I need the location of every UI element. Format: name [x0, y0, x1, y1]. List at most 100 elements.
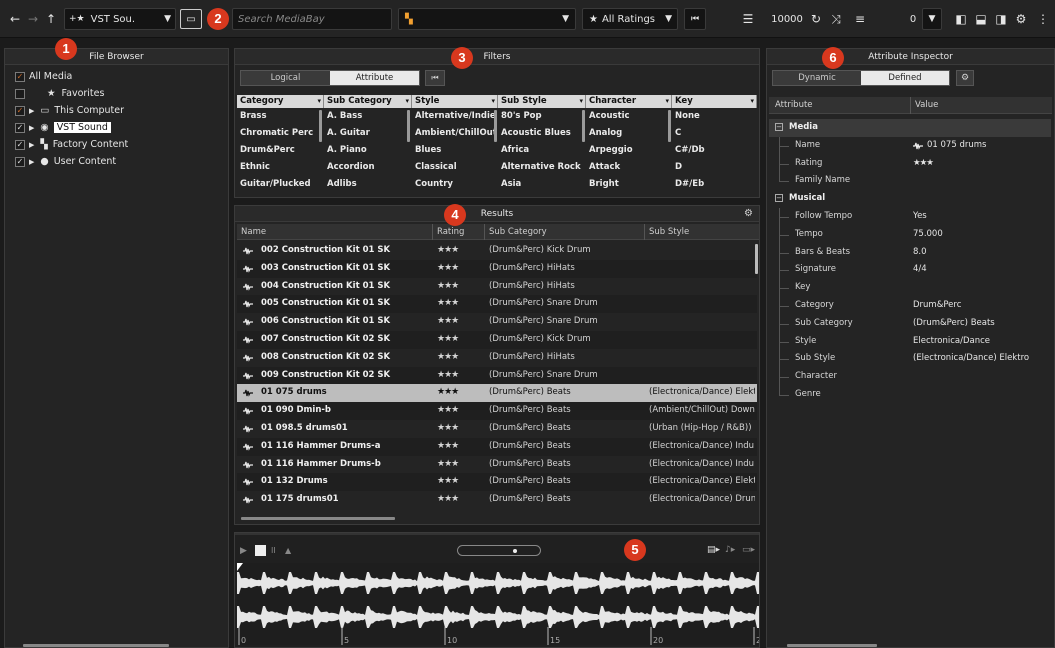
filter-value[interactable]: Country [412, 176, 498, 193]
expand-arrow-icon[interactable]: ▶ [29, 107, 34, 115]
table-row[interactable]: 005 Construction Kit 01 SK ★★★ (Drum&Perc)… [237, 295, 757, 314]
filter-value[interactable]: 80's Pop [498, 108, 586, 125]
column-header-rating[interactable]: Rating [433, 224, 485, 240]
pause-icon[interactable]: II [271, 546, 276, 555]
layout-bottom-icon[interactable]: ⬓ [972, 8, 990, 30]
table-row[interactable]: 01 090 Dmin-b ★★★ (Drum&Perc) Beats (Ambien… [237, 402, 757, 420]
table-row[interactable]: 01 175 drums01 ★★★ (Drum&Perc) Beats (Elect… [237, 491, 757, 509]
play-icon[interactable]: ▶ [240, 546, 247, 556]
collapse-icon[interactable]: − [775, 194, 783, 203]
inspector-row[interactable]: Category Drum&Perc [769, 297, 1051, 315]
sort-list-icon[interactable]: ≡ [852, 8, 868, 30]
inspector-row[interactable]: Character [769, 368, 1051, 386]
more-icon[interactable]: ⋮ [1034, 8, 1052, 30]
filter-value[interactable]: A. Bass [324, 108, 412, 125]
vertical-scrollbar[interactable] [755, 244, 758, 274]
volume-slider[interactable] [457, 545, 541, 556]
horizontal-scrollbar[interactable] [787, 644, 877, 647]
stop-icon[interactable] [255, 545, 266, 556]
inspector-row[interactable]: Signature 4/4 [769, 261, 1051, 280]
attribute-value[interactable]: 4/4 [913, 261, 927, 279]
computer-icon[interactable]: ▭ [180, 9, 202, 29]
collapse-icon[interactable]: − [775, 123, 783, 131]
filter-value[interactable]: A. Guitar [324, 125, 412, 142]
filter-value[interactable]: Acoustic Blues [498, 125, 586, 142]
volume-knob[interactable] [513, 549, 517, 553]
defined-mode-button[interactable]: Defined [861, 71, 949, 85]
filter-scrollbar[interactable] [494, 110, 497, 142]
filter-value[interactable]: Ambient/ChillOut [412, 125, 498, 142]
filter-value[interactable]: Africa [498, 142, 586, 159]
note-icon[interactable]: ♪▸ [725, 545, 735, 555]
filter-column-header[interactable]: Character [586, 95, 672, 108]
inspector-group[interactable]: − Media [769, 119, 1051, 137]
filter-column-header[interactable]: Key [672, 95, 757, 108]
table-row[interactable]: 01 116 Hammer Drums-b ★★★ (Drum&Perc) Beat… [237, 456, 757, 474]
inspector-row[interactable]: Follow Tempo Yes [769, 208, 1051, 226]
filter-value[interactable]: Arpeggio [586, 142, 672, 159]
refresh-icon[interactable]: ↻ [808, 8, 824, 30]
dynamic-mode-button[interactable]: Dynamic [773, 71, 861, 85]
filter-value[interactable]: Asia [498, 176, 586, 193]
checkbox[interactable]: ✓ [15, 156, 25, 167]
attribute-mode-button[interactable]: Attribute [330, 71, 419, 85]
forward-arrow-icon[interactable]: → [26, 8, 40, 30]
up-arrow-icon[interactable]: ↑ [44, 8, 58, 30]
attribute-value[interactable]: 01 075 drums [927, 137, 986, 155]
checkbox[interactable] [15, 88, 25, 99]
inspector-row[interactable]: Tempo 75.000 [769, 225, 1051, 244]
reset-filter-button[interactable]: ⏮ [684, 8, 706, 30]
settings-icon[interactable]: ⚙ [744, 208, 753, 219]
checkbox[interactable]: ✓ [15, 139, 25, 150]
filter-mode-switch[interactable]: Logical Attribute [240, 70, 420, 86]
table-row[interactable]: 003 Construction Kit 01 SK ★★★ (Drum&Perc)… [237, 259, 757, 278]
checkbox[interactable]: ✓ [15, 105, 25, 116]
table-row[interactable]: 01 075 drums ★★★ (Drum&Perc) Beats (Electro… [237, 384, 757, 403]
inspector-row[interactable]: Rating ★★★ [769, 154, 1051, 173]
table-row[interactable]: 01 132 Drums ★★★ (Drum&Perc) Beats (Electro… [237, 473, 757, 492]
filter-column-header[interactable]: Sub Category [324, 95, 412, 108]
filter-value[interactable]: C#/Db [672, 142, 757, 159]
horizontal-scrollbar[interactable] [241, 517, 395, 520]
filter-scrollbar[interactable] [407, 110, 410, 142]
search-input[interactable]: Search MediaBay [232, 8, 392, 30]
checkbox[interactable]: ✓ [15, 122, 25, 133]
filter-value[interactable]: Alternative Rock [498, 159, 586, 176]
settings-icon[interactable]: ⚙ [956, 70, 974, 86]
table-row[interactable]: 006 Construction Kit 01 SK ★★★ (Drum&Perc)… [237, 313, 757, 331]
filter-value[interactable]: Adlibs [324, 176, 412, 193]
filter-value[interactable]: C [672, 125, 757, 142]
table-row[interactable]: 008 Construction Kit 02 SK ★★★ (Drum&Perc)… [237, 349, 757, 367]
attribute-value[interactable]: Drum&Perc [913, 297, 961, 315]
filter-value[interactable]: Drum&Perc [237, 142, 324, 159]
expand-arrow-icon[interactable]: ▶ [29, 141, 34, 149]
filter-value[interactable]: Ethnic [237, 159, 324, 176]
waveform-display[interactable]: 0 5 10 15 20 25 [237, 563, 759, 645]
column-header-sub-category[interactable]: Sub Category [485, 224, 645, 240]
insert-icon[interactable]: ▤▸ [707, 545, 720, 555]
filter-column-header[interactable]: Style [412, 95, 498, 108]
layout-right-icon[interactable]: ◨ [992, 8, 1010, 30]
filter-value[interactable]: Bright [586, 176, 672, 193]
reset-filters-button[interactable]: ⏮ [425, 70, 445, 86]
tree-item-vst-sound[interactable]: ✓ ▶ ◉ VST Sound [15, 119, 111, 136]
settings-icon[interactable]: ⚙ [1012, 8, 1030, 30]
column-header-name[interactable]: Name [237, 224, 433, 240]
attribute-value[interactable]: (Drum&Perc) Beats [913, 315, 995, 333]
expand-arrow-icon[interactable]: ▶ [29, 124, 34, 132]
inspector-row[interactable]: Sub Category (Drum&Perc) Beats [769, 314, 1051, 333]
filter-value[interactable]: A. Piano [324, 142, 412, 159]
filter-value[interactable]: Attack [586, 159, 672, 176]
filter-column-header[interactable]: Sub Style [498, 95, 586, 108]
table-row[interactable]: 007 Construction Kit 02 SK ★★★ (Drum&Perc)… [237, 331, 757, 349]
inspector-row[interactable]: Sub Style (Electronica/Dance) Elektro [769, 350, 1051, 369]
loop-icon[interactable]: ▲ [285, 546, 291, 555]
table-row[interactable]: 002 Construction Kit 01 SK ★★★ (Drum&Perc)… [237, 242, 757, 260]
filter-preset-selector[interactable]: ▚ ▼ [398, 8, 576, 30]
filter-value[interactable]: Guitar/Plucked [237, 176, 324, 193]
filter-scrollbar[interactable] [668, 110, 671, 142]
filter-value[interactable]: Blues [412, 142, 498, 159]
inspector-row[interactable]: Bars & Beats 8.0 [769, 243, 1051, 262]
result-count[interactable]: 10000 [770, 8, 804, 30]
filter-scrollbar[interactable] [319, 110, 322, 142]
